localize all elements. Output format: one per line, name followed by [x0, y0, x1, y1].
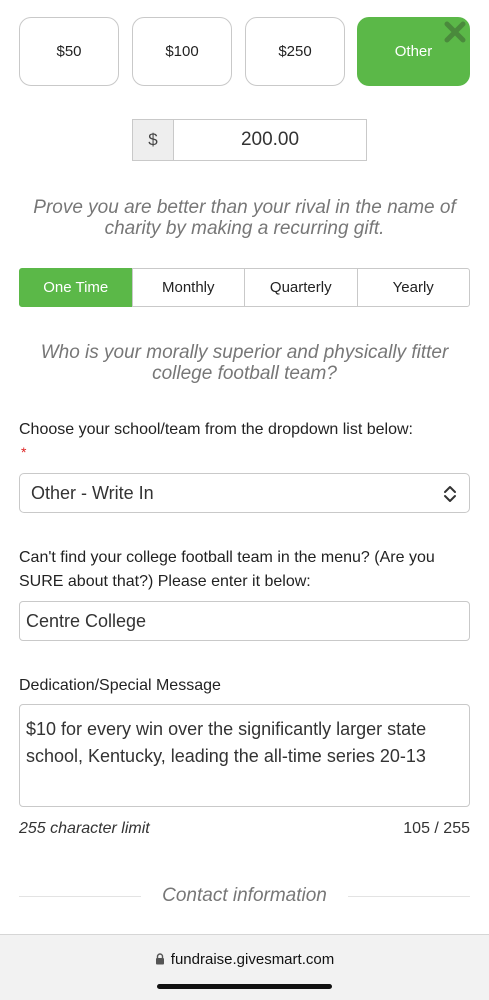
close-icon[interactable]: [443, 20, 467, 44]
dedication-label: Dedication/Special Message: [19, 677, 221, 694]
amount-100-button[interactable]: $100: [132, 17, 232, 86]
amount-other-button[interactable]: Other: [357, 17, 470, 86]
frequency-yearly[interactable]: Yearly: [356, 268, 470, 307]
currency-symbol: $: [132, 119, 174, 161]
section-divider: Contact information: [19, 885, 470, 907]
school-select[interactable]: Other - Write In: [19, 473, 470, 513]
frequency-one-time[interactable]: One Time: [19, 268, 133, 307]
recurring-prompt: Prove you are better than your rival in …: [33, 197, 456, 239]
browser-bar: fundraise.givesmart.com: [0, 934, 489, 1000]
school-select-value: Other - Write In: [31, 482, 154, 503]
character-count: 105 / 255: [403, 820, 470, 837]
amount-250-button[interactable]: $250: [245, 17, 345, 86]
divider-line-right: [348, 896, 470, 897]
frequency-quarterly[interactable]: Quarterly: [244, 268, 358, 307]
home-indicator[interactable]: [157, 984, 332, 989]
write-in-input[interactable]: Centre College: [19, 601, 470, 641]
url-text: fundraise.givesmart.com: [170, 951, 335, 968]
donation-page: $50 $100 $250 Other $ 200.00 Prove you a…: [0, 0, 489, 1000]
custom-amount-input[interactable]: 200.00: [174, 119, 367, 161]
dedication-textarea[interactable]: $10 for every win over the significantly…: [19, 704, 470, 807]
team-prompt: Who is your morally superior and physica…: [40, 342, 449, 384]
chevron-up-down-icon: [444, 486, 456, 502]
frequency-selector: One Time Monthly Quarterly Yearly: [19, 268, 470, 307]
amount-other-label: Other: [394, 43, 433, 60]
lock-icon: [155, 953, 164, 965]
frequency-monthly[interactable]: Monthly: [131, 268, 245, 307]
school-label: Choose your school/team from the dropdow…: [19, 421, 413, 438]
address-bar[interactable]: fundraise.givesmart.com: [0, 951, 489, 968]
character-limit-text: 255 character limit: [19, 820, 150, 837]
required-mark: *: [21, 444, 27, 460]
write-in-label: Can't find your college football team in…: [19, 549, 435, 590]
custom-amount-field: $ 200.00: [132, 119, 367, 161]
amount-options: $50 $100 $250 Other: [19, 17, 470, 86]
amount-50-button[interactable]: $50: [19, 17, 119, 86]
